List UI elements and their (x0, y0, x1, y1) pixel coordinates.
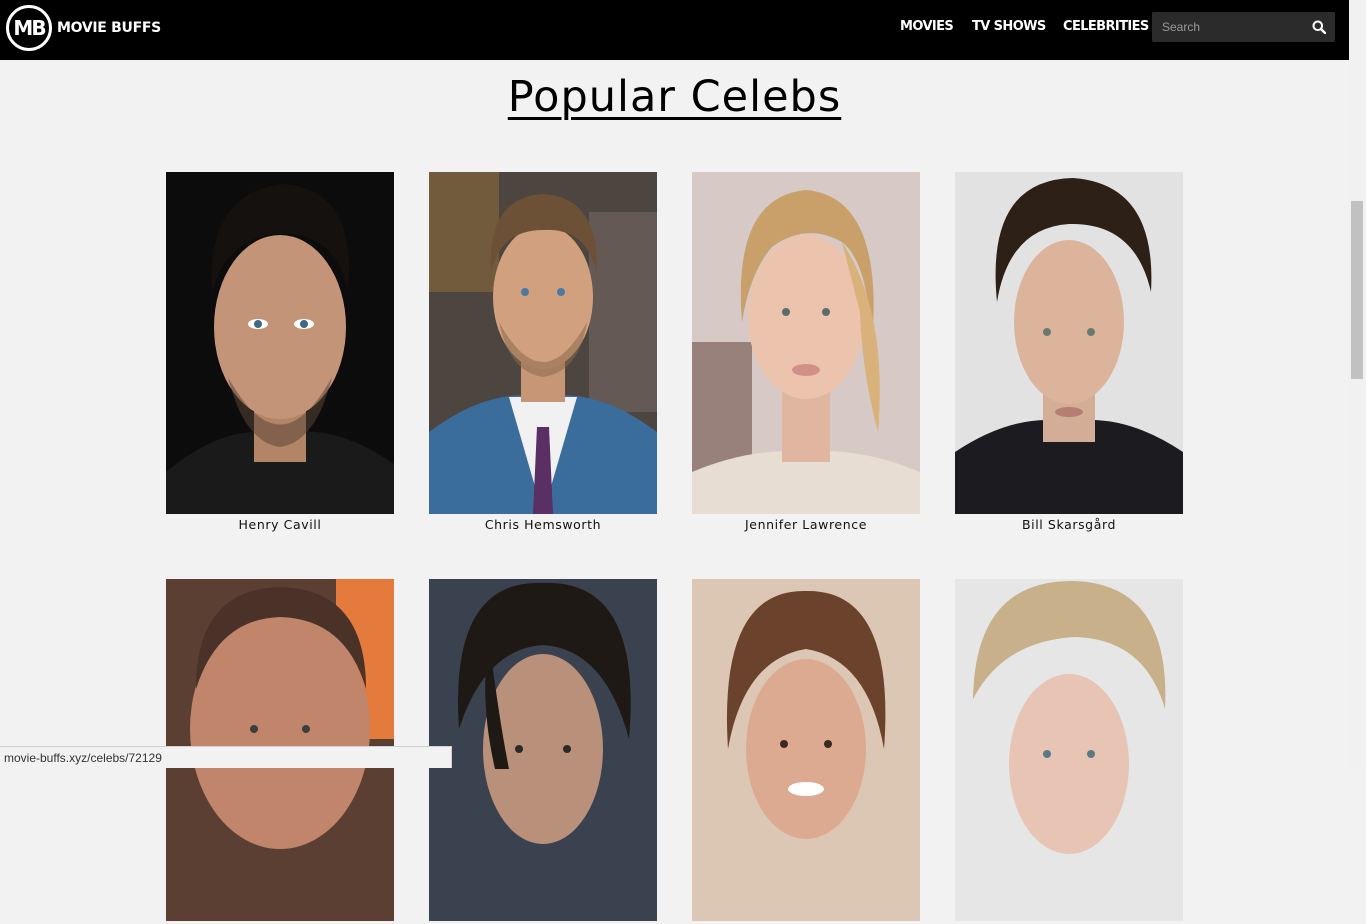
search-button[interactable] (1302, 12, 1335, 42)
scrollbar-thumb[interactable] (1351, 201, 1363, 379)
page-title-text: Popular Celebs (507, 72, 842, 122)
celeb-card[interactable]: Jennifer Lawrence (692, 172, 920, 532)
nav-tv-shows[interactable]: TV SHOWS (972, 19, 1046, 34)
page-title: Popular Celebs (0, 72, 1349, 122)
browser-status-bar: movie-buffs.xyz/celebs/72129 (0, 746, 452, 768)
celeb-card[interactable]: Bill Skarsgård (955, 172, 1183, 532)
celeb-photo (692, 172, 920, 514)
logo-text: MOVIE BUFFS (57, 20, 161, 36)
celeb-name: Jennifer Lawrence (745, 517, 867, 532)
celeb-name: Chris Hemsworth (484, 517, 602, 532)
logo-mark: MB (6, 5, 52, 51)
nav-movies[interactable]: MOVIES (900, 19, 954, 34)
search-input[interactable] (1152, 12, 1302, 42)
celeb-photo (955, 579, 1183, 921)
celeb-photo (955, 172, 1183, 514)
celeb-photo (429, 579, 657, 921)
celeb-card[interactable]: Chris Hemsworth (429, 172, 657, 532)
search-icon (1312, 20, 1326, 34)
celeb-card[interactable] (955, 579, 1183, 924)
top-navbar: MB MOVIE BUFFS MOVIES TV SHOWS CELEBRITI… (0, 0, 1349, 60)
celeb-card[interactable] (692, 579, 920, 924)
celeb-name: Bill Skarsgård (1021, 517, 1117, 532)
celeb-photo (692, 579, 920, 921)
search-box (1152, 12, 1335, 42)
celeb-card[interactable]: Henry Cavill (166, 172, 394, 532)
vertical-scrollbar[interactable] (1349, 0, 1366, 768)
nav-celebrities[interactable]: CELEBRITIES (1063, 19, 1149, 34)
site-logo[interactable]: MB MOVIE BUFFS (6, 5, 161, 51)
celeb-photo (429, 172, 657, 514)
celeb-name: Henry Cavill (238, 517, 322, 532)
celeb-card[interactable] (429, 579, 657, 924)
celeb-photo (166, 172, 394, 514)
